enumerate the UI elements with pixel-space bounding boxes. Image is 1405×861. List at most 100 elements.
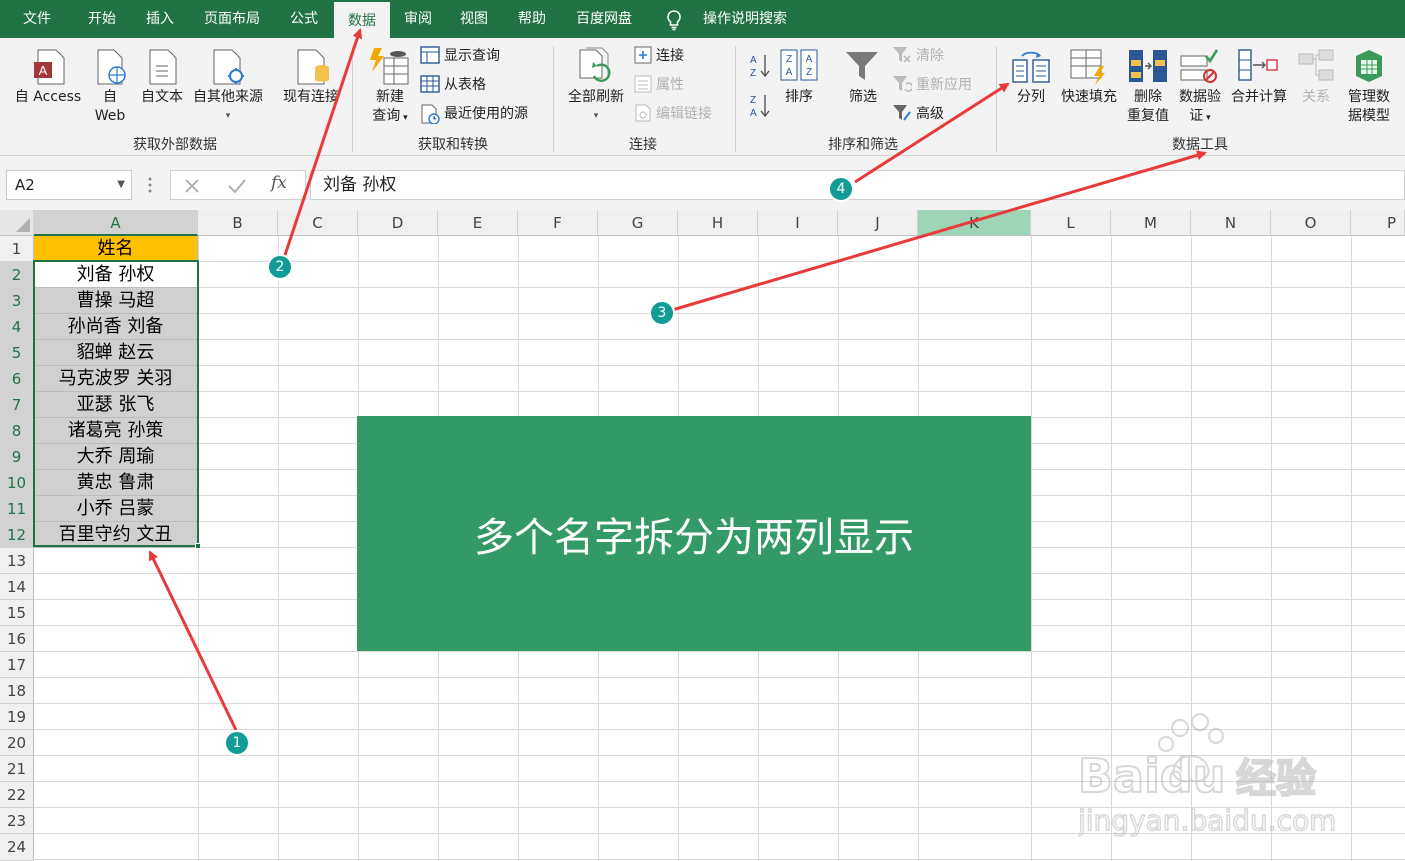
column-header-e[interactable]: E	[438, 210, 518, 236]
cancel-icon[interactable]	[183, 177, 201, 195]
name-cell[interactable]: 大乔 周瑜	[34, 444, 198, 470]
tab-view[interactable]: 视图	[448, 0, 500, 38]
column-header-m[interactable]: M	[1111, 210, 1191, 236]
row-header[interactable]: 5	[0, 340, 34, 366]
column-header-i[interactable]: I	[758, 210, 838, 236]
column-header-j[interactable]: J	[838, 210, 918, 236]
consolidate-button[interactable]: 合并计算	[1226, 88, 1292, 107]
insert-function-button[interactable]: fx	[271, 173, 287, 193]
chevron-down-icon[interactable]: ▼	[117, 171, 125, 199]
filter-button[interactable]: 筛选	[840, 88, 886, 107]
row-header[interactable]: 2	[0, 262, 34, 288]
formula-input[interactable]: 刘备 孙权	[310, 170, 1405, 200]
drag-handle-icon[interactable]	[146, 176, 154, 194]
row-header[interactable]: 19	[0, 704, 34, 730]
row-header[interactable]: 1	[0, 236, 34, 262]
from-text-button[interactable]: 自文本	[136, 88, 188, 107]
tell-me-search[interactable]: 操作说明搜索	[692, 0, 798, 38]
column-header-h[interactable]: H	[678, 210, 758, 236]
reapply-button[interactable]: 重新应用	[916, 75, 972, 95]
from-access-button[interactable]: 自 Access	[8, 88, 88, 107]
new-query-button[interactable]: 新建 查询 ▾	[364, 88, 416, 128]
tab-insert[interactable]: 插入	[132, 0, 188, 38]
row-header[interactable]: 24	[0, 834, 34, 861]
tab-data[interactable]: 数据	[334, 0, 390, 38]
column-header-p[interactable]: P	[1351, 210, 1405, 236]
advanced-button[interactable]: 高级	[916, 104, 944, 124]
tab-review[interactable]: 审阅	[392, 0, 444, 38]
text-to-columns-icon	[1012, 51, 1050, 83]
select-all-corner[interactable]	[0, 210, 34, 236]
name-cell[interactable]: 孙尚香 刘备	[34, 314, 198, 340]
from-web-button[interactable]: 自 Web	[90, 88, 130, 126]
tab-formulas[interactable]: 公式	[278, 0, 330, 38]
row-header[interactable]: 18	[0, 678, 34, 704]
sort-button[interactable]: 排序	[776, 88, 822, 107]
recent-sources-button[interactable]: 最近使用的源	[444, 104, 528, 124]
connections-button[interactable]: 连接	[656, 46, 684, 66]
row-header[interactable]: 21	[0, 756, 34, 782]
row-header[interactable]: 14	[0, 574, 34, 600]
data-validation-button[interactable]: 数据验 证 ▾	[1174, 88, 1226, 128]
column-header-g[interactable]: G	[598, 210, 678, 236]
refresh-all-button[interactable]: 全部刷新 ▾	[562, 88, 630, 126]
row-header[interactable]: 8	[0, 418, 34, 444]
cell-a2-active[interactable]: 刘备 孙权	[34, 262, 198, 288]
column-header-l[interactable]: L	[1031, 210, 1111, 236]
name-cell[interactable]: 诸葛亮 孙策	[34, 418, 198, 444]
column-header-a[interactable]: A	[34, 210, 198, 236]
column-header-o[interactable]: O	[1271, 210, 1351, 236]
name-cell[interactable]: 貂蝉 赵云	[34, 340, 198, 366]
row-header[interactable]: 3	[0, 288, 34, 314]
name-cell[interactable]: 百里守约 文丑	[34, 522, 198, 548]
cell-a1-header[interactable]: 姓名	[34, 236, 198, 262]
row-header[interactable]: 6	[0, 366, 34, 392]
from-other-sources-button[interactable]: 自其他来源 ▾	[188, 88, 268, 126]
tab-page-layout[interactable]: 页面布局	[194, 0, 270, 38]
row-header[interactable]: 15	[0, 600, 34, 626]
row-header[interactable]: 20	[0, 730, 34, 756]
row-header[interactable]: 23	[0, 808, 34, 834]
tab-baidu-netdisk[interactable]: 百度网盘	[566, 0, 642, 38]
column-header-n[interactable]: N	[1191, 210, 1271, 236]
edit-links-button[interactable]: 编辑链接	[656, 104, 712, 124]
row-header[interactable]: 9	[0, 444, 34, 470]
column-header-c[interactable]: C	[278, 210, 358, 236]
name-box[interactable]: A2 ▼	[6, 170, 132, 200]
row-header[interactable]: 4	[0, 314, 34, 340]
tab-help[interactable]: 帮助	[504, 0, 560, 38]
row-header[interactable]: 7	[0, 392, 34, 418]
column-header-k[interactable]: K	[918, 210, 1031, 236]
manage-data-model-button[interactable]: 管理数 据模型	[1340, 88, 1398, 126]
flash-fill-button[interactable]: 快速填充	[1056, 88, 1122, 107]
row-header[interactable]: 11	[0, 496, 34, 522]
row-header[interactable]: 16	[0, 626, 34, 652]
row-header[interactable]: 12	[0, 522, 34, 548]
text-to-columns-button[interactable]: 分列	[1008, 88, 1054, 107]
name-cell[interactable]: 黄忠 鲁肃	[34, 470, 198, 496]
name-cell[interactable]: 马克波罗 关羽	[34, 366, 198, 392]
clear-button[interactable]: 清除	[916, 46, 944, 66]
row-header[interactable]: 13	[0, 548, 34, 574]
gridline	[34, 651, 1405, 652]
name-cell[interactable]: 亚瑟 张飞	[34, 392, 198, 418]
row-header[interactable]: 22	[0, 782, 34, 808]
name-cell[interactable]: 曹操 马超	[34, 288, 198, 314]
refresh-all-label: 全部刷新	[568, 89, 624, 105]
tab-file[interactable]: 文件	[10, 0, 64, 38]
relationships-button[interactable]: 关系	[1294, 88, 1338, 107]
show-queries-button[interactable]: 显示查询	[444, 46, 500, 66]
existing-connections-button[interactable]: 现有连接	[278, 88, 344, 107]
from-table-button[interactable]: 从表格	[444, 75, 486, 95]
existing-connections-icon	[297, 49, 329, 85]
name-cell[interactable]: 小乔 吕蒙	[34, 496, 198, 522]
column-header-d[interactable]: D	[358, 210, 438, 236]
column-header-f[interactable]: F	[518, 210, 598, 236]
enter-check-icon[interactable]	[227, 177, 247, 195]
column-header-b[interactable]: B	[198, 210, 278, 236]
remove-duplicates-button[interactable]: 删除 重复值	[1122, 88, 1174, 126]
properties-button[interactable]: 属性	[656, 75, 684, 95]
row-header[interactable]: 10	[0, 470, 34, 496]
row-header[interactable]: 17	[0, 652, 34, 678]
tab-home[interactable]: 开始	[74, 0, 130, 38]
